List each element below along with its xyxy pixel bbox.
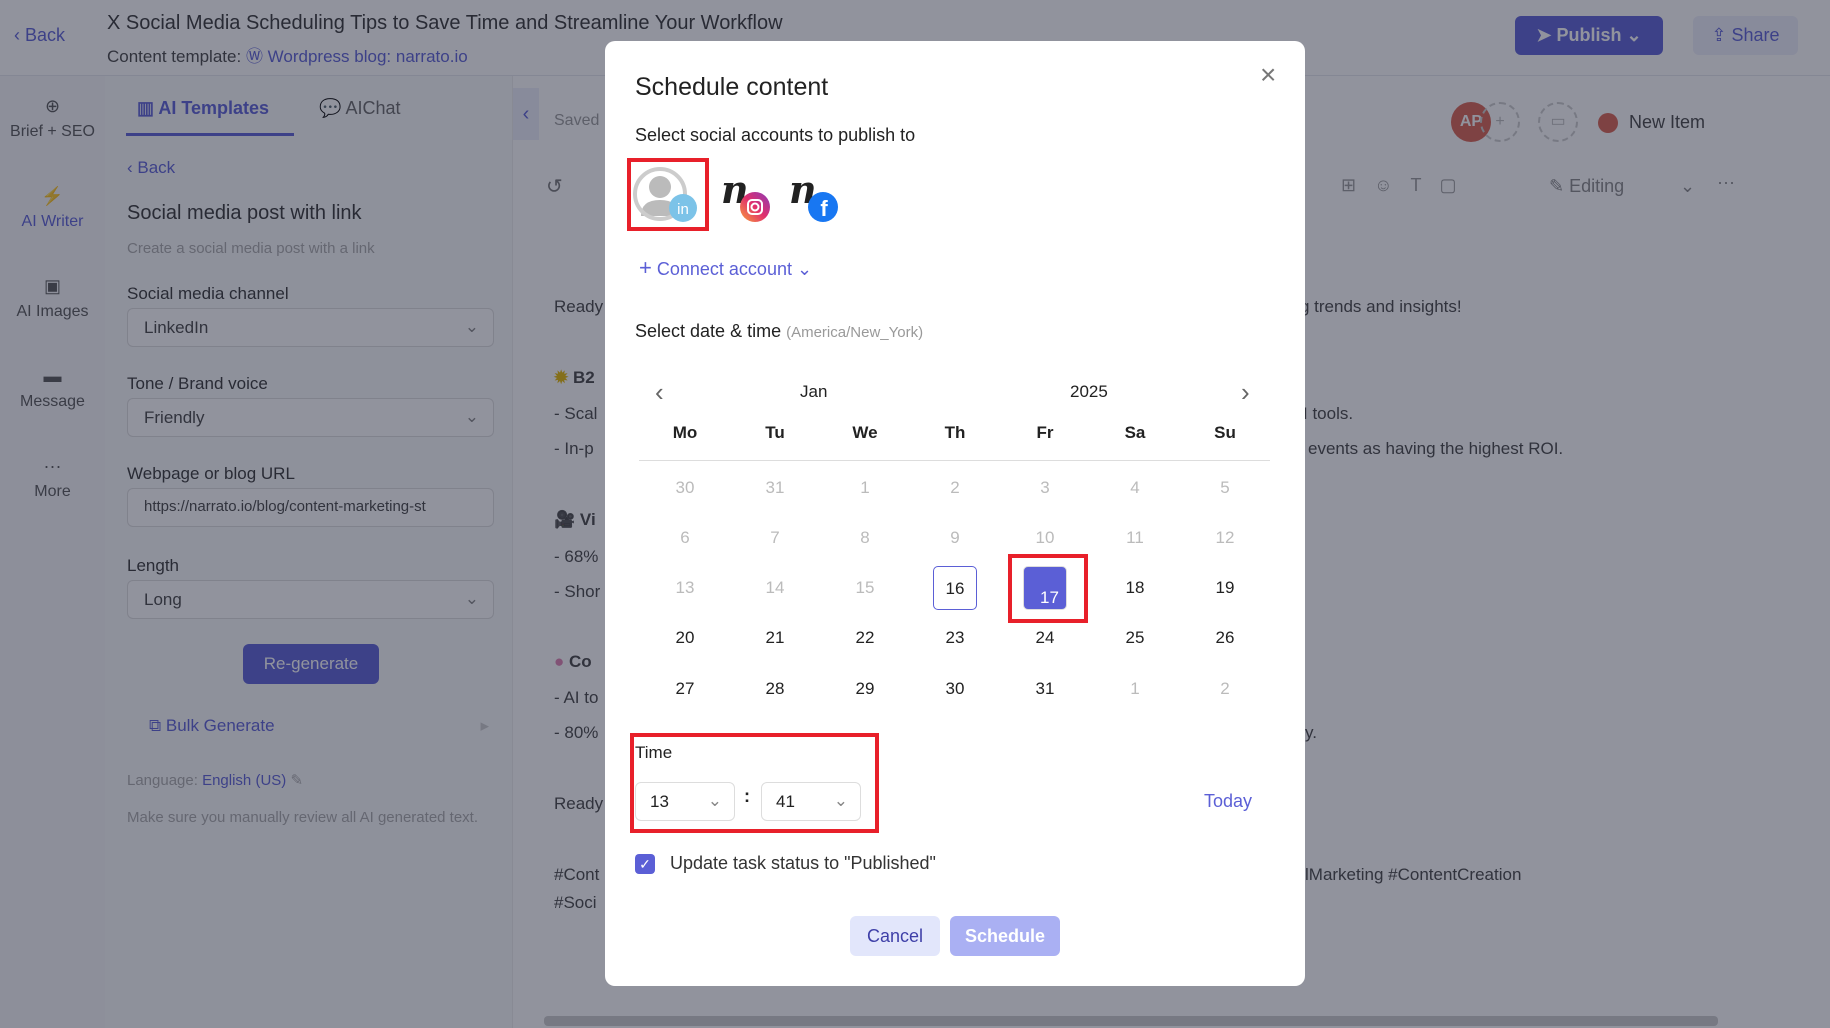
update-status-checkbox[interactable]: ✓ <box>635 854 655 874</box>
calendar-day[interactable]: 19 <box>1203 566 1247 610</box>
calendar-day: 15 <box>855 578 875 597</box>
chevron-left-icon: ‹ <box>655 377 664 407</box>
prev-month-button[interactable]: ‹ <box>655 379 664 405</box>
calendar-day: 5 <box>1220 478 1230 497</box>
weekday-header: Mo <box>672 423 698 442</box>
calendar-day[interactable]: 29 <box>843 667 887 711</box>
calendar-day: 14 <box>765 578 785 597</box>
calendar-day: 1 <box>860 478 870 497</box>
connect-account-button[interactable]: + Connect account ⌄ <box>639 255 812 281</box>
timezone: (America/New_York) <box>786 324 924 341</box>
calendar-day: 6 <box>680 528 690 547</box>
calendar-day: 4 <box>1130 478 1140 497</box>
calendar-day[interactable]: 20 <box>663 616 707 660</box>
calendar-divider <box>639 460 1270 461</box>
calendar-day[interactable]: 22 <box>843 616 887 660</box>
weekday-header: Su <box>1214 423 1236 442</box>
svg-text:f: f <box>820 196 828 221</box>
calendar-day: 31 <box>765 478 785 497</box>
highlight-box <box>627 158 709 231</box>
chevron-right-icon: › <box>1241 377 1250 407</box>
schedule-content-dialog: Schedule content × Select social account… <box>605 41 1305 986</box>
calendar-day[interactable]: 16 <box>933 566 977 610</box>
today-button[interactable]: Today <box>1204 791 1252 812</box>
date-label: Select date & time <box>635 321 782 341</box>
date-time-label: Select date & time (America/New_York) <box>635 321 923 342</box>
connect-label: Connect account <box>656 259 792 279</box>
calendar-day: 7 <box>770 528 780 547</box>
calendar-day: 2 <box>1220 679 1230 698</box>
calendar-day: 2 <box>950 478 960 497</box>
calendar-day[interactable]: 30 <box>933 667 977 711</box>
dialog-title: Schedule content <box>635 73 829 101</box>
calendar-day: 13 <box>675 578 695 597</box>
next-month-button[interactable]: › <box>1241 379 1250 405</box>
calendar-day[interactable]: 27 <box>663 667 707 711</box>
cancel-button[interactable]: Cancel <box>850 916 940 956</box>
calendar-day: 3 <box>1040 478 1050 497</box>
calendar-day: 9 <box>950 528 960 547</box>
checkbox-label[interactable]: Update task status to "Published" <box>670 853 936 874</box>
calendar-day: 11 <box>1126 528 1144 547</box>
chevron-down-icon: ⌄ <box>796 259 813 279</box>
calendar-day[interactable]: 25 <box>1113 616 1157 660</box>
calendar-day[interactable]: 26 <box>1203 616 1247 660</box>
weekday-header: Fr <box>1036 423 1054 442</box>
plus-icon: + <box>639 255 652 280</box>
calendar-day: 1 <box>1130 679 1140 698</box>
month-label[interactable]: Jan <box>800 382 827 402</box>
instagram-icon <box>740 192 770 222</box>
weekday-header: Th <box>944 423 966 442</box>
calendar-day[interactable]: 31 <box>1023 667 1067 711</box>
checkmark-icon: ✓ <box>639 856 651 872</box>
calendar-day[interactable]: 18 <box>1113 566 1157 610</box>
highlight-box <box>1008 554 1088 623</box>
account-instagram[interactable]: n <box>717 167 775 227</box>
schedule-button[interactable]: Schedule <box>950 916 1060 956</box>
account-facebook[interactable]: n f <box>785 167 843 227</box>
weekday-header: We <box>852 423 878 442</box>
weekday-header: Tu <box>765 423 785 442</box>
calendar-day[interactable]: 23 <box>933 616 977 660</box>
year-label[interactable]: 2025 <box>1070 382 1108 402</box>
calendar-day: 30 <box>675 478 695 497</box>
calendar-day[interactable]: 21 <box>753 616 797 660</box>
accounts-label: Select social accounts to publish to <box>635 125 916 145</box>
facebook-icon: f <box>808 192 838 222</box>
highlight-box <box>630 733 879 833</box>
close-icon[interactable]: × <box>1260 59 1276 91</box>
calendar-day[interactable]: 28 <box>753 667 797 711</box>
calendar-day: 12 <box>1215 528 1235 547</box>
weekday-header: Sa <box>1124 423 1146 442</box>
calendar-day: 8 <box>860 528 870 547</box>
